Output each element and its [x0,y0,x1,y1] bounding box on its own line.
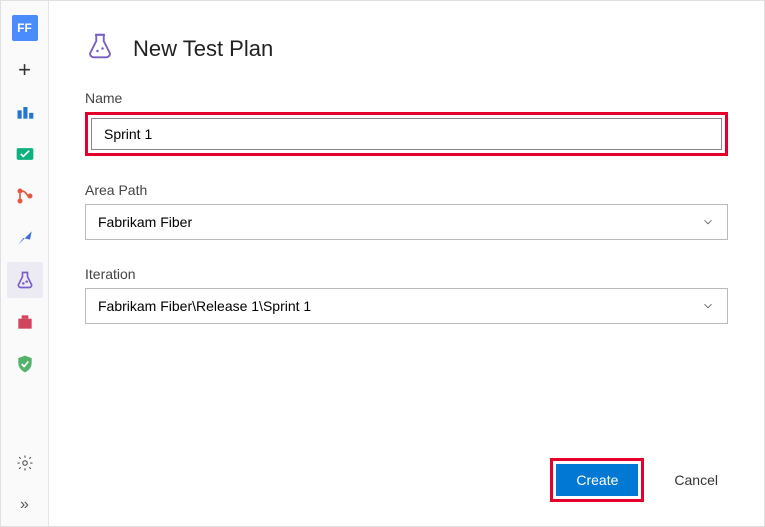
iteration-label: Iteration [85,266,728,282]
name-label: Name [85,90,728,106]
test-plan-header-icon [85,31,115,66]
add-button[interactable]: + [7,52,43,88]
sidebar-repos[interactable] [7,178,43,214]
area-path-select[interactable]: Fabrikam Fiber [85,204,728,240]
sidebar-overview[interactable] [7,94,43,130]
project-logo[interactable]: FF [7,10,43,46]
ff-logo-icon: FF [12,15,38,41]
chevron-down-icon [701,215,715,229]
sidebar-artifacts[interactable] [7,304,43,340]
name-field-wrap: Name [85,90,728,156]
sidebar-pipelines[interactable] [7,220,43,256]
area-path-label: Area Path [85,182,728,198]
sidebar-testplans[interactable] [7,262,43,298]
boards-icon [14,143,36,165]
name-highlight [85,112,728,156]
name-input[interactable] [91,118,722,150]
create-highlight: Create [550,458,644,502]
plus-icon: + [18,59,31,81]
left-sidebar: FF + [1,1,49,526]
iteration-select[interactable]: Fabrikam Fiber\Release 1\Sprint 1 [85,288,728,324]
repos-icon [14,185,36,207]
settings-button[interactable] [7,445,43,481]
iteration-value: Fabrikam Fiber\Release 1\Sprint 1 [98,298,311,314]
sidebar-compliance[interactable] [7,346,43,382]
testplans-icon [14,269,36,291]
cancel-button[interactable]: Cancel [664,464,728,496]
gear-icon [14,452,36,474]
pipelines-icon [14,227,36,249]
page-title: New Test Plan [133,36,273,62]
chevron-down-icon [701,299,715,313]
footer-buttons: Create Cancel [85,398,728,502]
artifacts-icon [14,311,36,333]
expand-sidebar[interactable]: » [7,487,43,523]
main-content: New Test Plan Name Area Path Fabrikam Fi… [49,1,764,526]
overview-icon [14,101,36,123]
area-path-value: Fabrikam Fiber [98,214,192,230]
double-chevron-right-icon: » [20,496,29,514]
area-field-wrap: Area Path Fabrikam Fiber [85,182,728,240]
shield-icon [14,353,36,375]
sidebar-boards[interactable] [7,136,43,172]
iteration-field-wrap: Iteration Fabrikam Fiber\Release 1\Sprin… [85,266,728,324]
create-button[interactable]: Create [556,464,638,496]
page-header: New Test Plan [85,31,728,66]
